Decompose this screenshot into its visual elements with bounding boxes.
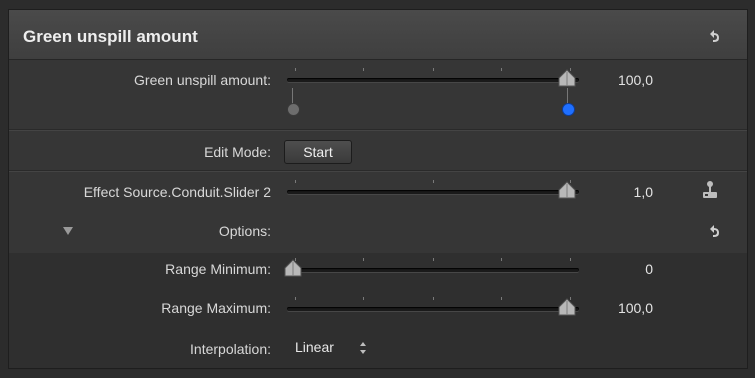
range-minimum-slider-track[interactable]	[287, 258, 579, 272]
range-maximum-slider-track[interactable]	[287, 297, 579, 311]
edit-mode-label: Edit Mode:	[204, 144, 271, 160]
section-header[interactable]: Green unspill amount	[9, 10, 747, 60]
keyframe-line	[567, 88, 568, 104]
divider	[9, 171, 747, 172]
effect-source-value[interactable]: 1,0	[593, 184, 653, 200]
reset-arrow-icon[interactable]	[707, 224, 721, 238]
green-unspill-value[interactable]: 100,0	[593, 72, 653, 88]
options-group: Range Minimum: 0 Range Maximum: 100,0 In…	[9, 253, 747, 368]
effect-source-label: Effect Source.Conduit.Slider 2	[83, 184, 271, 200]
inspector-panel: Green unspill amount Green unspill amoun…	[8, 9, 748, 369]
range-minimum-label: Range Minimum:	[165, 261, 271, 277]
options-label: Options:	[218, 223, 271, 239]
reset-arrow-icon[interactable]	[707, 29, 721, 43]
range-maximum-value[interactable]: 100,0	[593, 300, 653, 316]
interpolation-value: Linear	[295, 339, 334, 355]
green-unspill-slider-track[interactable]	[287, 68, 579, 82]
section-title: Green unspill amount	[23, 27, 198, 46]
joystick-icon[interactable]	[701, 180, 719, 200]
effect-source-slider-track[interactable]	[287, 180, 579, 194]
range-maximum-label: Range Maximum:	[161, 300, 271, 316]
interpolation-popup[interactable]: Linear	[295, 339, 366, 359]
range-minimum-value[interactable]: 0	[593, 261, 653, 277]
start-button[interactable]: Start	[284, 140, 352, 164]
up-down-arrows-icon	[360, 342, 366, 354]
range-maximum-slider-thumb[interactable]	[558, 298, 576, 316]
triangle-down-icon[interactable]	[63, 227, 73, 235]
range-minimum-slider-thumb[interactable]	[284, 259, 302, 277]
divider	[9, 130, 747, 131]
keyframe-grey-dot[interactable]	[287, 103, 300, 116]
green-unspill-label: Green unspill amount:	[134, 72, 271, 88]
keyframe-line	[292, 88, 293, 104]
green-unspill-slider-thumb[interactable]	[558, 69, 576, 87]
effect-source-slider-thumb[interactable]	[558, 181, 576, 199]
keyframe-blue-dot[interactable]	[562, 103, 575, 116]
interpolation-label: Interpolation:	[190, 341, 271, 357]
